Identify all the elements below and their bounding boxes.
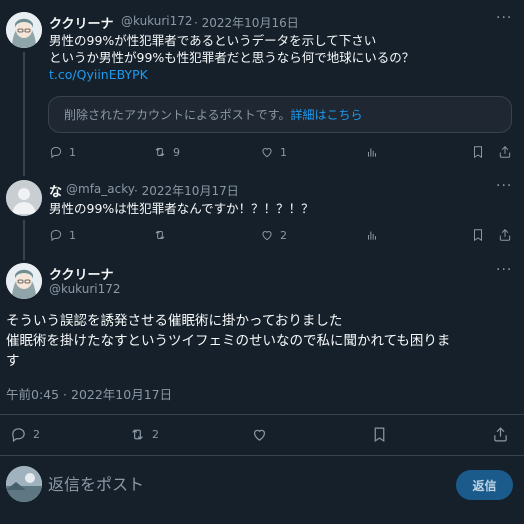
author-handle[interactable]: @mfa_acky xyxy=(66,182,135,196)
bookmark-icon xyxy=(474,146,482,159)
share-icon xyxy=(494,427,507,442)
bookmark-button[interactable] xyxy=(471,145,485,159)
like-button[interactable] xyxy=(251,426,268,443)
reply-button[interactable]: 返信 xyxy=(456,470,513,500)
share-icon xyxy=(499,229,511,241)
share-button[interactable] xyxy=(498,228,512,242)
avatar[interactable] xyxy=(6,263,42,299)
author-handle[interactable]: @kukuri172 xyxy=(49,282,121,296)
bookmark-button[interactable] xyxy=(371,426,388,443)
repost-count: 2 xyxy=(152,428,159,441)
like-button[interactable]: 2 xyxy=(260,228,287,242)
thread-line xyxy=(23,220,25,260)
tweet-text-line: す xyxy=(6,353,20,369)
author-name[interactable]: ククリーナ xyxy=(49,264,113,283)
post-timestamp[interactable]: 午前0:45 · 2022年10月17日 xyxy=(6,384,172,403)
more-options-icon[interactable]: ··· xyxy=(496,10,512,26)
bookmark-icon xyxy=(374,427,385,443)
bookmark-icon xyxy=(474,229,482,242)
thread-line xyxy=(23,52,25,176)
more-options-icon[interactable]: ··· xyxy=(496,178,512,194)
anime-avatar-icon xyxy=(6,12,42,48)
heart-icon xyxy=(262,231,272,241)
author-name[interactable]: ククリーナ xyxy=(49,13,113,32)
reply-icon xyxy=(12,428,25,443)
repost-button[interactable]: 9 xyxy=(153,145,180,159)
reply-button[interactable]: 1 xyxy=(49,145,76,159)
tweet-link[interactable]: t.co/QyiinEBYPK xyxy=(49,67,148,83)
more-options-icon[interactable]: ··· xyxy=(496,262,512,278)
repost-icon xyxy=(155,147,165,157)
reply-button[interactable]: 2 xyxy=(10,426,40,443)
views-button[interactable] xyxy=(365,145,379,159)
reply-icon xyxy=(50,229,62,242)
analytics-icon xyxy=(368,231,376,240)
reply-count: 1 xyxy=(69,145,76,159)
author-handle[interactable]: @kukuri172 xyxy=(121,14,193,28)
analytics-icon xyxy=(368,148,376,157)
tweet-text-line: というか男性が99%も性犯罪者だと思うなら何で地球にいるの？ xyxy=(49,50,415,65)
views-button[interactable] xyxy=(365,228,379,242)
landscape-avatar-icon xyxy=(6,466,42,502)
divider xyxy=(0,414,524,415)
tweet-text-line: そういう誤認を誘発させる催眠術に掛かっておりました xyxy=(6,313,343,329)
repost-button[interactable] xyxy=(153,228,167,242)
avatar[interactable] xyxy=(6,180,42,216)
post-date[interactable]: · 2022年10月16日 xyxy=(194,14,299,31)
details-link[interactable]: 詳細はこちら xyxy=(290,108,362,122)
deleted-post-notice: 削除されたアカウントによるポストです。 xyxy=(64,108,291,122)
main-tweet-text: そういう誤認を誘発させる催眠術に掛かっておりました 催眠術を掛けたなすというツイ… xyxy=(6,311,450,371)
reply-count: 1 xyxy=(69,228,76,242)
heart-icon xyxy=(262,148,272,158)
like-count: 2 xyxy=(280,228,287,242)
post-date[interactable]: · 2022年10月17日 xyxy=(134,182,239,199)
tweet-text-line: 男性の99%が性犯罪者であるというデータを示して下さい xyxy=(49,33,377,48)
anime-avatar-icon xyxy=(6,263,42,299)
reply-input[interactable] xyxy=(48,470,443,498)
default-avatar-icon xyxy=(6,180,42,216)
share-button[interactable] xyxy=(498,145,512,159)
avatar[interactable] xyxy=(6,12,42,48)
reply-icon xyxy=(50,146,62,159)
reply-count: 2 xyxy=(33,428,40,441)
repost-icon xyxy=(132,429,143,440)
like-count: 1 xyxy=(280,145,287,159)
author-name[interactable]: な xyxy=(49,181,62,200)
user-avatar[interactable] xyxy=(6,466,42,502)
bookmark-button[interactable] xyxy=(471,228,485,242)
share-button[interactable] xyxy=(492,426,509,443)
repost-count: 9 xyxy=(173,145,180,159)
heart-icon xyxy=(253,429,266,441)
like-button[interactable]: 1 xyxy=(260,145,287,159)
repost-button[interactable]: 2 xyxy=(129,426,159,443)
tweet-text-line: 催眠術を掛けたなすというツイフェミのせいなので私に聞かれても困りま xyxy=(6,333,451,349)
divider xyxy=(0,455,524,456)
repost-icon xyxy=(155,230,165,240)
tweet-text: 男性の99%は性犯罪者なんですか！？！？！？ xyxy=(49,201,314,216)
share-icon xyxy=(499,146,511,158)
reply-button[interactable]: 1 xyxy=(49,228,76,242)
quoted-post-box[interactable]: 削除されたアカウントによるポストです。詳細はこちら xyxy=(48,96,512,133)
